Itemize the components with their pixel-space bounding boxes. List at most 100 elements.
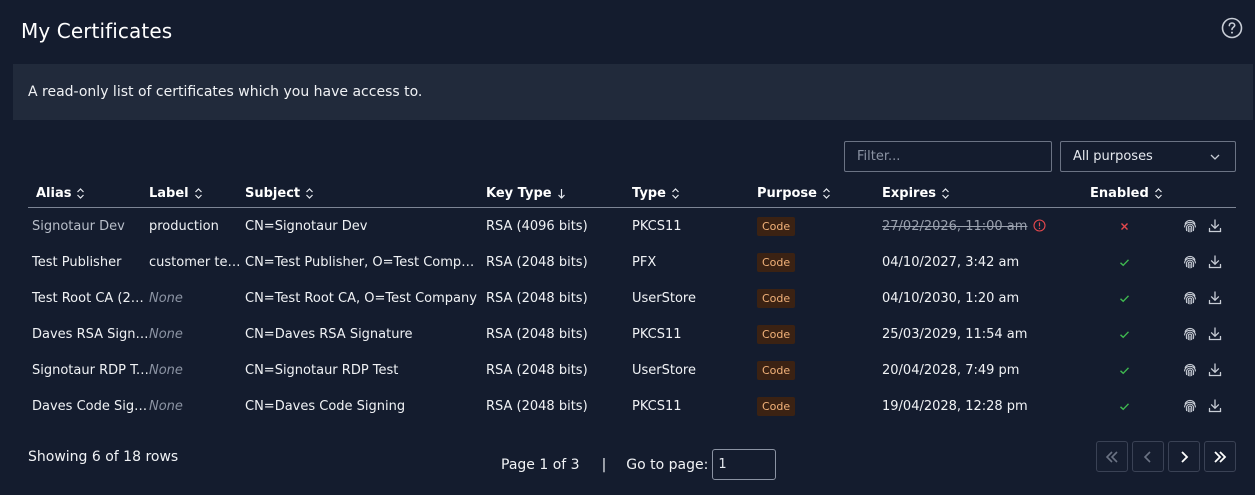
column-header-keytype[interactable]: Key Type	[486, 186, 632, 201]
column-header-purpose[interactable]: Purpose	[757, 186, 882, 201]
cell-alias: Signotaur RDP Tes...	[32, 362, 149, 378]
sort-descending-icon	[557, 189, 565, 199]
info-banner-text: A read-only list of certificates which y…	[28, 84, 423, 100]
sort-icon	[194, 188, 202, 199]
table-row[interactable]: Signotaur Dev production CN=Signotaur Dev R…	[28, 208, 1236, 244]
cell-keytype: RSA (4096 bits)	[486, 218, 588, 234]
cell-subject: CN=Daves Code Signing	[245, 398, 406, 414]
purpose-badge: Code	[757, 288, 796, 308]
cell-keytype: RSA (2048 bits)	[486, 326, 588, 342]
cell-label: customer tes...	[149, 254, 245, 270]
table-row[interactable]: Daves RSA Signat... None CN=Daves RSA Sign…	[28, 316, 1236, 352]
fingerprint-icon[interactable]	[1182, 290, 1198, 306]
fingerprint-icon[interactable]	[1182, 218, 1198, 234]
cell-label: production	[149, 218, 219, 234]
download-icon[interactable]	[1207, 218, 1223, 234]
warning-circle-icon	[1033, 218, 1046, 232]
check-icon	[1119, 294, 1129, 302]
download-icon[interactable]	[1207, 398, 1223, 414]
column-header-type[interactable]: Type	[632, 186, 757, 201]
cell-alias: Signotaur Dev	[32, 218, 125, 234]
cell-expires: 04/10/2027, 3:42 am	[882, 255, 1090, 270]
check-icon	[1119, 258, 1129, 266]
cell-alias: Test Publisher	[32, 254, 122, 270]
cell-type: PFX	[632, 254, 657, 270]
column-header-label[interactable]: Label	[149, 186, 245, 201]
purpose-select-value: All purposes	[1073, 149, 1153, 164]
cell-enabled	[1090, 329, 1182, 340]
cell-type: UserStore	[632, 362, 696, 378]
chevron-down-icon	[1210, 154, 1220, 160]
pagination-info: Page 1 of 3 | Go to page:	[501, 449, 777, 480]
page-indicator: Page 1 of 3	[501, 456, 580, 473]
cell-enabled	[1090, 401, 1182, 412]
cell-enabled	[1090, 293, 1182, 304]
expires-date: 19/04/2028, 12:28 pm	[882, 398, 1028, 414]
cell-actions	[1182, 326, 1236, 342]
pager-buttons	[1096, 441, 1236, 472]
next-page-button[interactable]	[1168, 441, 1200, 472]
previous-page-button[interactable]	[1132, 441, 1164, 472]
cell-label: None	[149, 362, 183, 378]
purpose-select[interactable]: All purposes	[1060, 141, 1236, 172]
row-count-text: Showing 6 of 18 rows	[28, 449, 179, 465]
cell-type: PKCS11	[632, 398, 682, 414]
column-header-alias[interactable]: Alias	[28, 186, 149, 201]
column-header-enabled[interactable]: Enabled	[1090, 186, 1182, 201]
purpose-badge: Code	[757, 216, 796, 236]
purpose-badge: Code	[757, 324, 796, 344]
cell-expires: 20/04/2028, 7:49 pm	[882, 363, 1090, 378]
info-banner: A read-only list of certificates which y…	[13, 64, 1253, 120]
table-row[interactable]: Test Root CA (203... None CN=Test Root CA,…	[28, 280, 1236, 316]
download-icon[interactable]	[1207, 254, 1223, 270]
cell-subject: CN=Test Publisher, O=Test Company, C=...	[245, 254, 486, 270]
purpose-badge: Code	[757, 396, 796, 416]
fingerprint-icon[interactable]	[1182, 398, 1198, 414]
check-icon	[1119, 330, 1129, 338]
cell-type: PKCS11	[632, 218, 682, 234]
cell-subject: CN=Signotaur RDP Test	[245, 362, 399, 378]
cell-enabled	[1090, 257, 1182, 268]
fingerprint-icon[interactable]	[1182, 362, 1198, 378]
expires-date: 04/10/2030, 1:20 am	[882, 290, 1020, 306]
expires-date: 25/03/2029, 11:54 am	[882, 326, 1028, 342]
cell-label: None	[149, 398, 183, 414]
cell-purpose: Code	[757, 360, 882, 380]
goto-page-input[interactable]	[712, 449, 777, 480]
cell-expires: 04/10/2030, 1:20 am	[882, 291, 1090, 306]
cell-actions	[1182, 398, 1236, 414]
table-row[interactable]: Signotaur RDP Tes...None CN=Signotaur RDP…	[28, 352, 1236, 388]
filter-input[interactable]	[844, 141, 1052, 172]
cell-actions	[1182, 218, 1236, 234]
fingerprint-icon[interactable]	[1182, 326, 1198, 342]
table-row[interactable]: Test Publisher customer tes... CN=Test Pub…	[28, 244, 1236, 280]
x-icon	[1120, 222, 1128, 230]
goto-page-label: Go to page:	[626, 456, 709, 473]
table-row[interactable]: Daves Code Signi... None CN=Daves Code Sig…	[28, 388, 1236, 424]
sort-icon	[671, 188, 679, 199]
column-header-expires[interactable]: Expires	[882, 186, 1090, 201]
cell-purpose: Code	[757, 324, 882, 344]
cell-purpose: Code	[757, 252, 882, 272]
cell-type: PKCS11	[632, 326, 682, 342]
download-icon[interactable]	[1207, 362, 1223, 378]
column-header-subject[interactable]: Subject	[245, 186, 486, 201]
cell-keytype: RSA (2048 bits)	[486, 398, 588, 414]
cell-actions	[1182, 254, 1236, 270]
first-page-button[interactable]	[1096, 441, 1128, 472]
cell-actions	[1182, 290, 1236, 306]
expires-date: 04/10/2027, 3:42 am	[882, 254, 1020, 270]
cell-enabled	[1090, 365, 1182, 376]
question-circle-icon[interactable]	[1221, 17, 1243, 39]
sort-icon	[1154, 188, 1162, 199]
cell-alias: Test Root CA (203...	[32, 290, 149, 306]
purpose-badge: Code	[757, 252, 796, 272]
last-page-button[interactable]	[1204, 441, 1236, 472]
download-icon[interactable]	[1207, 290, 1223, 306]
fingerprint-icon[interactable]	[1182, 254, 1198, 270]
check-icon	[1119, 366, 1129, 374]
download-icon[interactable]	[1207, 326, 1223, 342]
cell-label: None	[149, 326, 183, 342]
sort-icon	[942, 188, 949, 199]
cell-expires: 19/04/2028, 12:28 pm	[882, 399, 1090, 414]
